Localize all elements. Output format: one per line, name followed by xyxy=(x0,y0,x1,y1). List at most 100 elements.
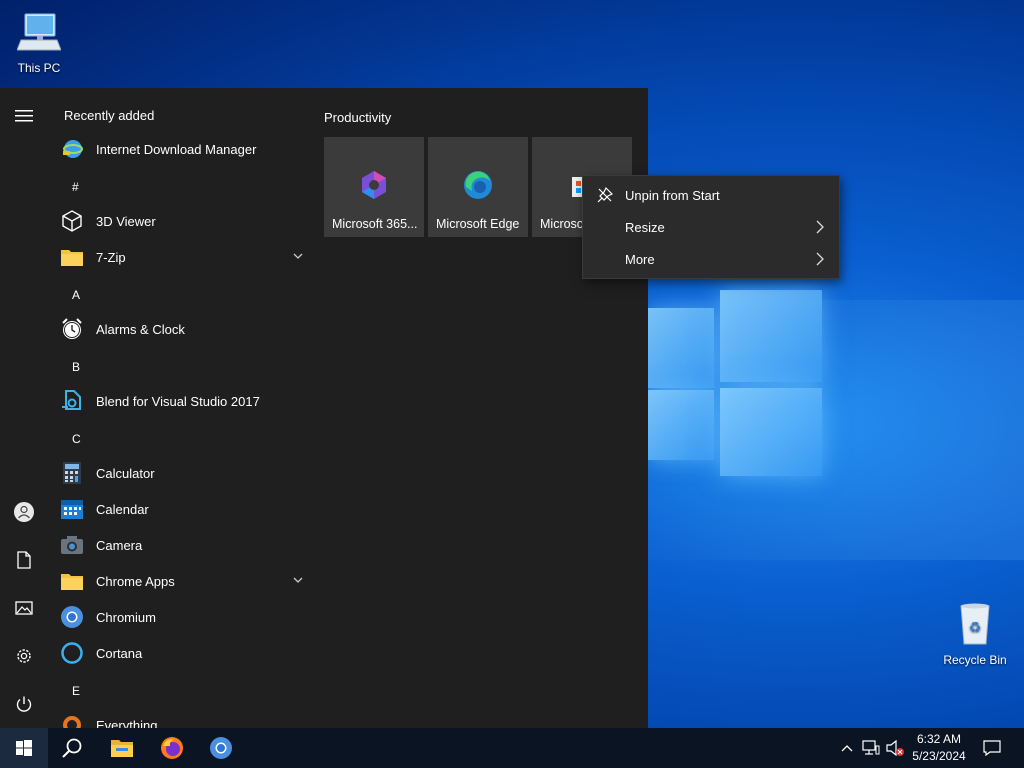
menu-item-label: Resize xyxy=(625,219,665,235)
desktop-icon-this-pc[interactable]: This PC xyxy=(2,10,76,75)
everything-icon xyxy=(63,716,81,728)
app-3d-viewer[interactable]: 3D Viewer xyxy=(60,204,310,238)
calendar-icon xyxy=(61,500,83,519)
start-button[interactable] xyxy=(0,728,48,768)
tile-microsoft-edge[interactable]: Microsoft Edge xyxy=(428,137,528,237)
notifications-icon xyxy=(983,740,1001,756)
chevron-down-icon xyxy=(293,577,303,583)
chromium-icon xyxy=(61,606,83,628)
app-chrome-apps-folder[interactable]: Chrome Apps xyxy=(60,564,310,598)
chevron-right-icon xyxy=(816,252,824,266)
letter-header[interactable]: E xyxy=(72,684,80,698)
app-calculator[interactable]: Calculator xyxy=(60,456,310,490)
user-account-button[interactable] xyxy=(0,492,48,532)
app-label: Calendar xyxy=(96,501,149,517)
file-explorer-icon xyxy=(111,740,133,757)
app-label: 7-Zip xyxy=(96,249,126,265)
microsoft-365-icon xyxy=(362,171,386,199)
desktop-icon-label: This PC xyxy=(17,61,61,75)
app-calendar[interactable]: Calendar xyxy=(60,492,310,526)
menu-item-unpin-from-start[interactable]: Unpin from Start xyxy=(583,179,839,211)
taskbar-chromium[interactable] xyxy=(197,728,245,768)
power-button[interactable] xyxy=(0,684,48,724)
menu-item-resize[interactable]: Resize xyxy=(583,211,839,243)
wallpaper-windows-logo xyxy=(640,290,830,490)
desktop-icon-recycle-bin[interactable]: ♻ Recycle Bin xyxy=(938,602,1012,667)
action-center-button[interactable] xyxy=(978,728,1006,768)
desktop-icon-label: Recycle Bin xyxy=(943,653,1007,667)
clock-date: 5/23/2024 xyxy=(912,749,966,763)
start-rail xyxy=(0,88,48,728)
show-hidden-icons-button[interactable] xyxy=(838,728,856,768)
camera-icon xyxy=(61,536,83,554)
network-status-button[interactable] xyxy=(860,728,882,768)
hamburger-icon xyxy=(15,110,33,122)
menu-item-label: More xyxy=(625,251,655,267)
chevron-right-icon xyxy=(816,220,824,234)
taskbar-search-button[interactable] xyxy=(48,728,96,768)
chromium-icon xyxy=(210,737,232,759)
tile-label: Microsoft 365... xyxy=(332,217,418,231)
windows-logo-icon xyxy=(16,740,32,756)
app-label: Cortana xyxy=(96,645,143,661)
documents-button[interactable] xyxy=(0,540,48,580)
app-label: Camera xyxy=(96,537,143,553)
expand-menu-button[interactable] xyxy=(0,96,48,136)
chevron-up-icon xyxy=(841,745,853,752)
clock-time: 6:32 AM xyxy=(916,732,962,746)
app-label: Alarms & Clock xyxy=(96,321,185,337)
app-7-zip-folder[interactable]: 7-Zip xyxy=(60,240,310,274)
app-blend-visual-studio[interactable]: Blend for Visual Studio 2017 xyxy=(60,384,310,418)
network-icon xyxy=(862,740,880,755)
app-cortana[interactable]: Cortana xyxy=(60,636,310,670)
taskbar-file-explorer[interactable] xyxy=(98,728,146,768)
pictures-icon xyxy=(15,601,33,615)
svg-text:♻: ♻ xyxy=(969,620,982,636)
app-alarms-clock[interactable]: Alarms & Clock xyxy=(60,312,310,346)
tile-microsoft-365[interactable]: Microsoft 365... xyxy=(324,137,424,237)
unpin-icon xyxy=(597,187,613,203)
app-label: Internet Download Manager xyxy=(96,141,257,157)
idm-icon xyxy=(63,140,83,158)
app-label: Calculator xyxy=(96,465,155,481)
letter-header[interactable]: # xyxy=(72,180,79,194)
folder-icon xyxy=(61,574,83,590)
app-everything[interactable]: Everything xyxy=(60,708,310,728)
app-label: 3D Viewer xyxy=(96,213,156,229)
tile-group-title[interactable]: Productivity xyxy=(324,110,391,125)
volume-button[interactable] xyxy=(884,728,906,768)
letter-header[interactable]: B xyxy=(72,360,80,374)
user-icon xyxy=(14,502,34,522)
settings-icon xyxy=(17,649,31,663)
app-camera[interactable]: Camera xyxy=(60,528,310,562)
menu-item-label: Unpin from Start xyxy=(625,187,720,203)
app-internet-download-manager[interactable]: Internet Download Manager xyxy=(60,132,310,166)
app-list: Recently added Internet Download Manager… xyxy=(48,88,310,728)
taskbar-clock[interactable]: 6:32 AM 5/23/2024 xyxy=(906,731,972,765)
cortana-icon xyxy=(61,642,83,664)
documents-icon xyxy=(17,551,31,569)
pictures-button[interactable] xyxy=(0,588,48,628)
recently-added-heading: Recently added xyxy=(64,108,155,123)
app-label: Everything xyxy=(96,717,158,729)
taskbar-firefox[interactable] xyxy=(148,728,196,768)
search-icon xyxy=(62,738,82,758)
letter-header[interactable]: C xyxy=(72,432,81,446)
start-menu: Recently added Internet Download Manager… xyxy=(0,88,648,728)
settings-button[interactable] xyxy=(0,636,48,676)
app-label: Chromium xyxy=(96,609,156,625)
app-chromium[interactable]: Chromium xyxy=(60,600,310,634)
chevron-down-icon xyxy=(293,253,303,259)
volume-muted-icon xyxy=(886,740,904,756)
computer-icon xyxy=(16,13,62,51)
tile-label: Microsoft Edge xyxy=(436,217,520,231)
letter-header[interactable]: A xyxy=(72,288,80,302)
app-label: Chrome Apps xyxy=(96,573,175,589)
firefox-icon xyxy=(161,737,183,759)
tile-context-menu: Unpin from Start Resize More xyxy=(582,175,840,279)
taskbar: 6:32 AM 5/23/2024 xyxy=(0,728,1024,768)
alarm-clock-icon xyxy=(62,318,82,339)
menu-item-more[interactable]: More xyxy=(583,243,839,275)
blend-icon xyxy=(62,390,81,410)
recycle-bin-icon: ♻ xyxy=(960,603,990,645)
